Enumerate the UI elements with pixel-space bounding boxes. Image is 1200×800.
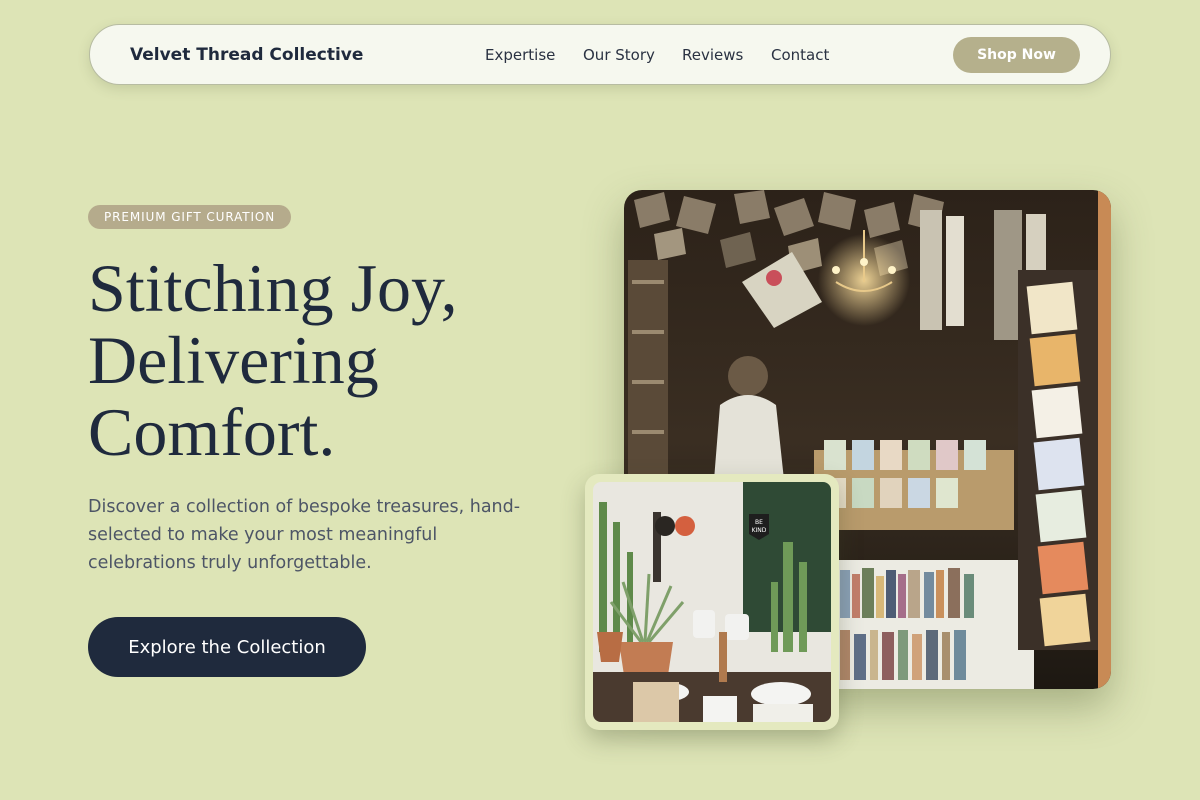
plants-pottery-illustration: BE KIND (593, 482, 831, 722)
top-navigation: Velvet Thread Collective Expertise Our S… (89, 24, 1111, 85)
headline-line-3: Comfort. (88, 394, 336, 470)
shop-now-button[interactable]: Shop Now (953, 37, 1080, 73)
headline-line-2: Delivering (88, 322, 379, 398)
explore-collection-button[interactable]: Explore the Collection (88, 617, 366, 677)
brand-logo-text[interactable]: Velvet Thread Collective (130, 45, 363, 65)
hero-headline: Stitching Joy, Delivering Comfort. (88, 252, 458, 468)
plants-pottery-photo-card: BE KIND (585, 474, 839, 730)
svg-text:KIND: KIND (752, 527, 767, 534)
landing-page: Velvet Thread Collective Expertise Our S… (0, 0, 1200, 800)
hero-description: Discover a collection of bespoke treasur… (88, 497, 521, 573)
nav-link-our-story[interactable]: Our Story (583, 46, 655, 64)
nav-link-contact[interactable]: Contact (771, 46, 829, 64)
headline-line-1: Stitching Joy, (88, 250, 458, 326)
nav-link-expertise[interactable]: Expertise (485, 46, 555, 64)
nav-link-reviews[interactable]: Reviews (682, 46, 743, 64)
category-badge: PREMIUM GIFT CURATION (88, 205, 292, 229)
svg-text:BE: BE (755, 519, 763, 526)
